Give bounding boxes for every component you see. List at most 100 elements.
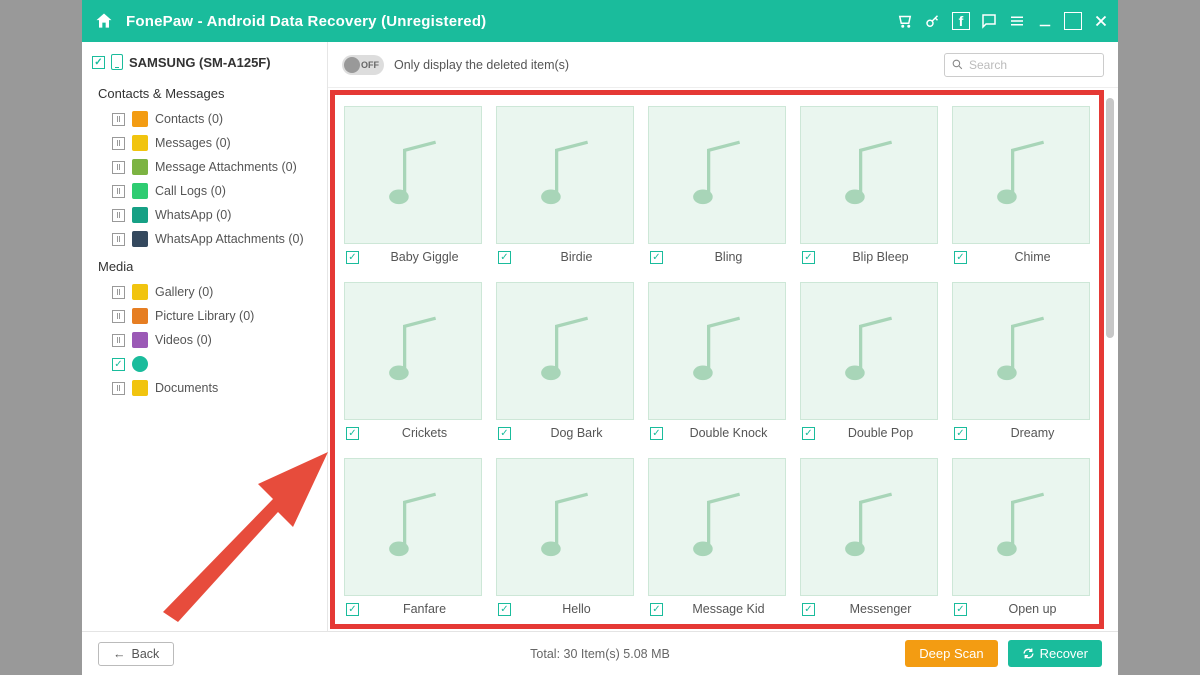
item-checkbox[interactable]: II xyxy=(112,233,125,246)
deleted-only-toggle[interactable]: OFF xyxy=(342,55,384,75)
item-checkbox[interactable]: II xyxy=(112,334,125,347)
device-name: SAMSUNG (SM-A125F) xyxy=(129,55,271,70)
item-checkbox[interactable]: II xyxy=(112,185,125,198)
sidebar-item[interactable]: IIMessage Attachments (0) xyxy=(92,155,319,179)
file-tile[interactable]: Open up xyxy=(952,458,1090,616)
sidebar-item[interactable]: II Messages (0) xyxy=(92,131,319,155)
item-checkbox[interactable]: II xyxy=(112,137,125,150)
file-tile[interactable]: Hello xyxy=(496,458,634,616)
file-checkbox[interactable] xyxy=(346,427,359,440)
file-tile[interactable]: Crickets xyxy=(344,282,482,440)
file-checkbox[interactable] xyxy=(346,603,359,616)
key-icon[interactable] xyxy=(924,12,942,30)
file-tile[interactable]: Messenger xyxy=(800,458,938,616)
file-thumbnail xyxy=(344,282,482,420)
file-tile[interactable]: Dreamy xyxy=(952,282,1090,440)
file-checkbox[interactable] xyxy=(650,251,663,264)
file-thumbnail xyxy=(800,458,938,596)
file-thumbnail xyxy=(800,282,938,420)
file-tile[interactable]: Dog Bark xyxy=(496,282,634,440)
file-tile[interactable]: Message Kid xyxy=(648,458,786,616)
window-title: FonePaw - Android Data Recovery (Unregis… xyxy=(126,13,486,30)
sidebar-item[interactable]: IIWhatsApp Attachments (0) xyxy=(92,227,319,251)
maximize-button[interactable] xyxy=(1064,12,1082,30)
device-checkbox[interactable] xyxy=(92,56,105,69)
file-name: Baby Giggle xyxy=(367,250,482,264)
item-checkbox[interactable]: II xyxy=(112,209,125,222)
file-checkbox[interactable] xyxy=(498,603,511,616)
footer: ← Back Total: 30 Item(s) 5.08 MB Deep Sc… xyxy=(82,631,1118,675)
music-note-icon xyxy=(828,310,910,392)
sidebar-item[interactable]: II Call Logs (0) xyxy=(92,179,319,203)
close-button[interactable] xyxy=(1092,12,1110,30)
file-thumbnail xyxy=(648,458,786,596)
sidebar-item[interactable]: II Documents xyxy=(92,376,319,400)
file-tile[interactable]: Double Pop xyxy=(800,282,938,440)
category-icon xyxy=(132,135,148,151)
music-note-icon xyxy=(372,486,454,568)
sidebar-item[interactable]: IIWhatsApp (0) xyxy=(92,203,319,227)
file-thumbnail xyxy=(344,106,482,244)
file-tile[interactable]: Birdie xyxy=(496,106,634,264)
file-checkbox[interactable] xyxy=(802,427,815,440)
file-checkbox[interactable] xyxy=(498,251,511,264)
minimize-button[interactable] xyxy=(1036,12,1054,30)
sidebar-item-label: Contacts (0) xyxy=(155,112,223,126)
file-checkbox[interactable] xyxy=(802,603,815,616)
sidebar-item-label: Gallery (0) xyxy=(155,285,213,299)
file-checkbox[interactable] xyxy=(346,251,359,264)
cart-icon[interactable] xyxy=(896,12,914,30)
sidebar-item-label: Messages (0) xyxy=(155,136,231,150)
deep-scan-button[interactable]: Deep Scan xyxy=(905,640,997,667)
music-note-icon xyxy=(372,134,454,216)
item-checkbox[interactable]: II xyxy=(112,382,125,395)
file-tile[interactable]: Fanfare xyxy=(344,458,482,616)
file-checkbox[interactable] xyxy=(954,251,967,264)
scrollbar[interactable] xyxy=(1106,98,1114,338)
sidebar-item[interactable]: II Contacts (0) xyxy=(92,107,319,131)
feedback-icon[interactable] xyxy=(980,12,998,30)
file-thumbnail xyxy=(344,458,482,596)
file-checkbox[interactable] xyxy=(650,427,663,440)
file-thumbnail xyxy=(648,282,786,420)
group-media-heading: Media xyxy=(98,259,319,274)
sidebar-item[interactable]: IIPicture Library (0) xyxy=(92,304,319,328)
item-checkbox[interactable] xyxy=(112,358,125,371)
file-tile[interactable]: Bling xyxy=(648,106,786,264)
search-input[interactable]: Search xyxy=(944,53,1104,77)
file-grid: Baby Giggle BirdieBlingBlip BleepChime Cri… xyxy=(328,88,1118,624)
file-checkbox[interactable] xyxy=(498,427,511,440)
file-checkbox[interactable] xyxy=(954,603,967,616)
file-tile[interactable]: Baby Giggle xyxy=(344,106,482,264)
music-note-icon xyxy=(980,310,1062,392)
facebook-icon[interactable]: f xyxy=(952,12,970,30)
file-checkbox[interactable] xyxy=(954,427,967,440)
menu-icon[interactable] xyxy=(1008,12,1026,30)
recover-button[interactable]: Recover xyxy=(1008,640,1102,667)
item-checkbox[interactable]: II xyxy=(112,310,125,323)
file-checkbox[interactable] xyxy=(650,603,663,616)
sidebar-item[interactable]: IIVideos (0) xyxy=(92,328,319,352)
back-button[interactable]: ← Back xyxy=(98,642,174,666)
device-row[interactable]: SAMSUNG (SM-A125F) xyxy=(92,50,319,78)
file-tile[interactable]: Blip Bleep xyxy=(800,106,938,264)
item-checkbox[interactable]: II xyxy=(112,113,125,126)
file-tile[interactable]: Chime xyxy=(952,106,1090,264)
music-note-icon xyxy=(524,310,606,392)
file-thumbnail xyxy=(648,106,786,244)
file-name: Dreamy xyxy=(975,426,1090,440)
music-note-icon xyxy=(676,310,758,392)
main-panel: OFF Only display the deleted item(s) Sea… xyxy=(328,42,1118,631)
recover-label: Recover xyxy=(1040,646,1088,661)
home-icon xyxy=(94,11,114,31)
sidebar-item[interactable] xyxy=(92,352,319,376)
file-tile[interactable]: Double Knock xyxy=(648,282,786,440)
sidebar-item-label: Call Logs (0) xyxy=(155,184,226,198)
file-thumbnail xyxy=(800,106,938,244)
item-checkbox[interactable]: II xyxy=(112,286,125,299)
file-checkbox[interactable] xyxy=(802,251,815,264)
sidebar-item[interactable]: II Gallery (0) xyxy=(92,280,319,304)
sidebar-item-label: Documents xyxy=(155,381,218,395)
item-checkbox[interactable]: II xyxy=(112,161,125,174)
home-button[interactable] xyxy=(90,7,118,35)
